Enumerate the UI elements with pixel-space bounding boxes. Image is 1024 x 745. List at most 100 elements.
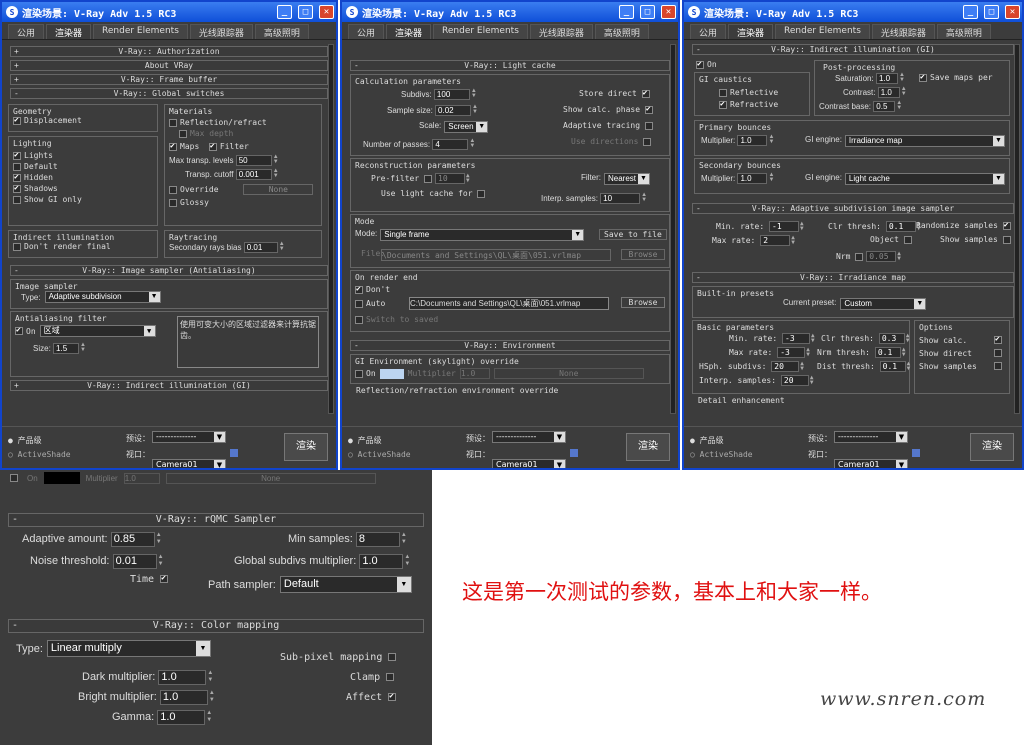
preset-dropdown[interactable]: -------------- ▼ [492,431,566,443]
activeshade-radio[interactable]: ○ ActiveShade [690,450,753,459]
render-button[interactable]: 渲染 [970,433,1014,461]
lc-filter-dropdown[interactable]: Nearest ▼ [604,173,650,185]
file-path-field[interactable]: \Documents and Settings\QL\桌面\051.vrlmap [381,249,611,261]
displacement-checkbox[interactable]: Displacement [13,115,153,125]
secondary-bias-spinner[interactable]: 0.01 ▲ ▼ [243,241,285,253]
default-lights-checkbox[interactable]: Default [13,162,153,171]
override-checkbox[interactable]: Override None [169,184,317,195]
lc-interp-spinner[interactable]: 10 ▲ ▼ [600,192,647,204]
rollout-environment[interactable]: - V-Ray:: Environment [350,340,670,351]
minimize-button[interactable]: _ [963,5,978,19]
rollout-authorization[interactable]: + V-Ray:: Authorization [10,46,328,57]
scrollbar[interactable] [328,44,334,414]
contrast-spinner[interactable]: 1.0 ▲ ▼ [877,86,907,98]
lock-icon[interactable] [570,449,578,457]
production-radio[interactable]: ● 产品级 [690,435,724,446]
store-direct-checkbox[interactable]: Store direct [579,88,653,98]
activeshade-radio[interactable]: ○ ActiveShade [348,450,411,459]
contrast-base-spinner[interactable]: 0.5 ▲ ▼ [873,100,902,112]
gi-env-map-button[interactable]: None [493,368,644,379]
browse-button-disabled[interactable]: Browse [621,249,665,260]
clamp-checkbox[interactable]: Clamp [350,672,397,683]
object-outline-checkbox[interactable]: Object [870,235,915,244]
tab-renderer[interactable]: 渲染器 [46,24,92,39]
noise-threshold-spinner[interactable]: 0.01 ▲ ▼ [112,554,164,569]
show-direct-checkbox[interactable]: Show direct [919,349,1005,358]
maximize-button[interactable]: □ [298,5,313,19]
tab-renderer[interactable]: 渲染器 [728,24,774,39]
tab-raytracer[interactable]: 光线跟踪器 [871,24,935,39]
rollout-about[interactable]: + About VRay [10,60,328,71]
minimize-button[interactable]: _ [619,5,634,19]
rollout-frame-buffer[interactable]: + V-Ray:: Frame buffer [10,74,328,85]
hsph-spinner[interactable]: 20 ▲ ▼ [771,361,805,372]
use-light-cache-checkbox[interactable]: Use light cache for [381,189,488,198]
rollout-gi[interactable]: + V-Ray:: Indirect illumination (GI) [10,380,328,391]
browse-button[interactable]: Browse [621,297,665,308]
tab-common[interactable]: 公用 [8,24,45,39]
rollout-image-sampler[interactable]: - V-Ray:: Image sampler (Antialiasing) [10,265,328,276]
cm-type-dropdown[interactable]: Linear multiply ▼ [46,640,211,657]
rollout-adaptive-sampler[interactable]: - V-Ray:: Adaptive subdivision image samp… [692,203,1014,214]
tab-advanced-lighting[interactable]: 高级照明 [936,24,991,39]
glossy-checkbox[interactable]: Glossy [169,198,317,207]
rollout-color-mapping[interactable]: - V-Ray:: Color mapping [8,619,424,633]
adaptive-amount-spinner[interactable]: 0.85 ▲ ▼ [110,532,162,547]
close-button[interactable]: ✕ [319,5,334,19]
aa-filter-on-checkbox[interactable]: On [15,325,36,336]
close-button[interactable]: ✕ [661,5,676,19]
gi-env-on-checkbox[interactable]: On [355,369,376,378]
current-preset-dropdown[interactable]: Custom ▼ [840,298,927,310]
adaptive-tracing-checkbox[interactable]: Adaptive tracing [563,121,656,130]
primary-engine-dropdown[interactable]: Irradiance map ▼ [844,135,1005,147]
sky-color-swatch[interactable] [379,368,404,379]
irr-max-rate-spinner[interactable]: -3 ▲ ▼ [777,347,811,358]
filter-checkbox[interactable] [208,141,217,151]
tab-raytracer[interactable]: 光线跟踪器 [529,24,593,39]
close-button[interactable]: ✕ [1005,5,1020,19]
max-transp-spinner[interactable]: 50 ▲ ▼ [235,154,279,166]
rollout-light-cache[interactable]: - V-Ray:: Light cache [350,60,670,71]
auto-save-path-field[interactable]: C:\Documents and Settings\QL\桌面\051.vrlm… [409,297,609,310]
show-samples-checkbox[interactable]: Show samples [940,235,1014,244]
prefilter-checkbox[interactable] [424,174,432,183]
auto-save-checkbox[interactable]: Auto [355,299,385,308]
irr-clr-spinner[interactable]: 0.3 ▲ ▼ [878,333,911,344]
render-button[interactable]: 渲染 [284,433,328,461]
gi-on-checkbox[interactable]: On [696,59,717,69]
aa-filter-dropdown[interactable]: 区域 ▼ [39,325,156,337]
subdivs-spinner[interactable]: 100 ▲ ▼ [433,88,477,100]
randomize-checkbox[interactable]: Randomize samples [916,220,1014,230]
tab-render-elements[interactable]: Render Elements [93,24,188,39]
production-radio[interactable]: ● 产品级 [8,435,42,446]
tab-raytracer[interactable]: 光线跟踪器 [189,24,253,39]
dont-render-final-checkbox[interactable]: Don't render final [13,242,153,251]
shadows-checkbox[interactable]: Shadows [13,183,153,193]
reflective-checkbox[interactable]: Reflective [699,88,805,97]
viewport-dropdown[interactable]: Camera01 ▼ [834,459,908,468]
rollout-rqmc[interactable]: - V-Ray:: rQMC Sampler [8,513,424,527]
maps-checkbox[interactable]: Maps Filter [169,141,317,151]
sampler-type-dropdown[interactable]: Adaptive subdivision ▼ [44,291,161,303]
preset-dropdown[interactable]: -------------- ▼ [834,431,908,443]
irr-nrm-spinner[interactable]: 0.1 ▲ ▼ [874,347,907,358]
refl-color-swatch[interactable] [43,472,80,484]
render-button[interactable]: 渲染 [626,433,670,461]
affect-checkbox[interactable]: Affect [346,691,399,703]
dark-multiplier-spinner[interactable]: 1.0 ▲ ▼ [158,670,213,685]
min-rate-spinner[interactable]: -1 ▲ ▼ [769,221,805,232]
rollout-global-switches[interactable]: - V-Ray:: Global switches [10,88,328,99]
viewport-dropdown[interactable]: Camera01 ▼ [152,459,226,468]
preset-dropdown[interactable]: -------------- ▼ [152,431,226,443]
irr-interp-spinner[interactable]: 20 ▲ ▼ [780,375,815,386]
tab-advanced-lighting[interactable]: 高级照明 [254,24,309,39]
tab-common[interactable]: 公用 [690,24,727,39]
saturation-spinner[interactable]: 1.0 ▲ ▼ [875,72,905,84]
irr-show-samples-checkbox[interactable]: Show samples [919,362,1005,371]
scale-dropdown[interactable]: Screen ▼ [444,121,489,133]
aa-size-spinner[interactable]: 1.5 ▲ ▼ [53,342,86,354]
time-checkbox[interactable]: Time [130,573,171,585]
irr-dist-spinner[interactable]: 0.1 ▲ ▼ [879,361,912,372]
sample-size-spinner[interactable]: 0.02 ▲ ▼ [435,104,478,116]
maximize-button[interactable]: □ [984,5,999,19]
